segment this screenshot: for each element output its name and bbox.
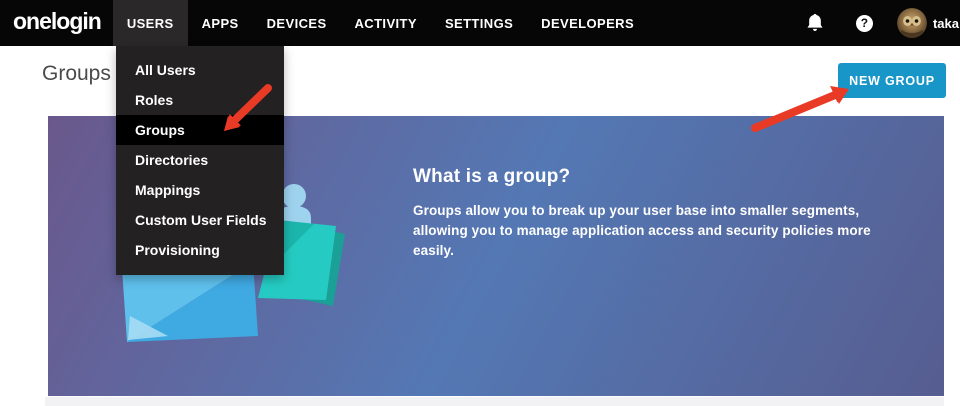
menu-item-all-users[interactable]: All Users (116, 55, 284, 85)
navbar-right-cluster: ? taka (805, 0, 960, 46)
menu-item-custom-user-fields[interactable]: Custom User Fields (116, 205, 284, 235)
username-label[interactable]: taka (933, 16, 960, 31)
nav-tab-apps[interactable]: APPS (188, 0, 253, 46)
top-navbar: onelogin USERS APPS DEVICES ACTIVITY SET… (0, 0, 960, 46)
menu-item-groups[interactable]: Groups (116, 115, 284, 145)
banner-body: Groups allow you to break up your user b… (413, 203, 871, 258)
onelogin-logo: onelogin (13, 7, 102, 34)
person-icon (282, 184, 306, 208)
nav-tab-users[interactable]: USERS (112, 0, 188, 46)
menu-item-mappings[interactable]: Mappings (116, 175, 284, 205)
new-group-button[interactable]: NEW GROUP (838, 63, 946, 98)
menu-item-provisioning[interactable]: Provisioning (116, 235, 284, 265)
nav-tab-devices[interactable]: DEVICES (253, 0, 341, 46)
nav-tab-developers[interactable]: DEVELOPERS (527, 0, 648, 46)
help-glyph: ? (860, 16, 869, 30)
page-title: Groups (42, 62, 111, 85)
nav-tab-activity[interactable]: ACTIVITY (341, 0, 431, 46)
content-divider-strip (45, 397, 944, 406)
banner-heading: What is a group? (413, 166, 571, 187)
primary-nav: USERS APPS DEVICES ACTIVITY SETTINGS DEV… (112, 0, 648, 46)
nav-tab-settings[interactable]: SETTINGS (431, 0, 527, 46)
menu-item-roles[interactable]: Roles (116, 85, 284, 115)
users-dropdown-menu: All Users Roles Groups Directories Mappi… (116, 46, 284, 275)
banner-text-block: What is a group? Groups allow you to bre… (413, 166, 893, 261)
help-icon[interactable]: ? (855, 14, 873, 32)
notifications-bell-icon[interactable] (805, 12, 825, 34)
avatar[interactable] (896, 8, 927, 38)
menu-item-directories[interactable]: Directories (116, 145, 284, 175)
avatar-owl-image (896, 8, 927, 38)
